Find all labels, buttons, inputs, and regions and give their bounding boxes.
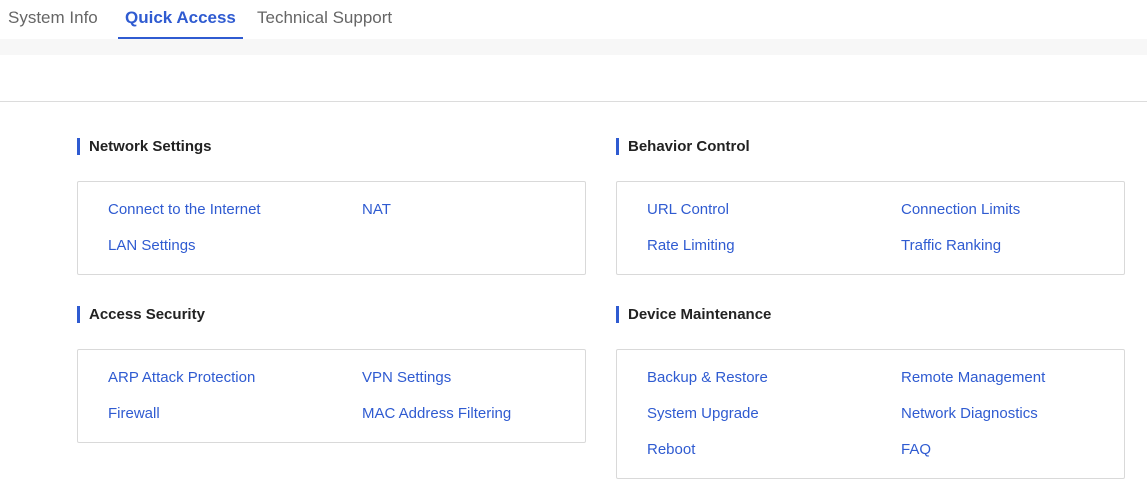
section-accent-bar <box>77 138 80 155</box>
link-network-diagnostics[interactable]: Network Diagnostics <box>901 405 1038 423</box>
link-reboot[interactable]: Reboot <box>647 441 695 459</box>
access-security-panel: ARP Attack Protection VPN Settings Firew… <box>77 349 586 443</box>
section-accent-bar <box>77 306 80 323</box>
link-mac-address-filtering[interactable]: MAC Address Filtering <box>362 405 511 423</box>
content-divider <box>0 101 1147 102</box>
link-firewall[interactable]: Firewall <box>108 405 160 423</box>
link-nat[interactable]: NAT <box>362 201 391 219</box>
link-connect-to-internet[interactable]: Connect to the Internet <box>108 201 261 219</box>
section-title-text: Network Settings <box>89 138 212 155</box>
tab-bar: System Info Quick Access Technical Suppo… <box>0 0 1147 39</box>
section-title-device-maintenance: Device Maintenance <box>616 306 771 323</box>
link-url-control[interactable]: URL Control <box>647 201 729 219</box>
tab-label: Technical Support <box>257 8 393 27</box>
section-title-text: Access Security <box>89 306 205 323</box>
network-settings-panel: Connect to the Internet NAT LAN Settings <box>77 181 586 275</box>
header-band <box>0 39 1147 55</box>
device-maintenance-panel: Backup & Restore Remote Management Syste… <box>616 349 1125 479</box>
link-arp-attack-protection[interactable]: ARP Attack Protection <box>108 369 255 387</box>
link-traffic-ranking[interactable]: Traffic Ranking <box>901 237 1001 255</box>
section-title-text: Device Maintenance <box>628 306 772 323</box>
section-accent-bar <box>616 138 619 155</box>
link-remote-management[interactable]: Remote Management <box>901 369 1045 387</box>
link-system-upgrade[interactable]: System Upgrade <box>647 405 759 423</box>
link-backup-restore[interactable]: Backup & Restore <box>647 369 768 387</box>
tab-quick-access[interactable]: Quick Access <box>118 0 243 39</box>
behavior-control-panel: URL Control Connection Limits Rate Limit… <box>616 181 1125 275</box>
tab-technical-support[interactable]: Technical Support <box>257 0 392 39</box>
link-vpn-settings[interactable]: VPN Settings <box>362 369 451 387</box>
link-rate-limiting[interactable]: Rate Limiting <box>647 237 735 255</box>
link-lan-settings[interactable]: LAN Settings <box>108 237 196 255</box>
link-connection-limits[interactable]: Connection Limits <box>901 201 1020 219</box>
link-faq[interactable]: FAQ <box>901 441 931 459</box>
tab-system-info[interactable]: System Info <box>8 0 98 39</box>
section-title-network-settings: Network Settings <box>77 138 212 155</box>
section-title-access-security: Access Security <box>77 306 205 323</box>
section-accent-bar <box>616 306 619 323</box>
tab-label: System Info <box>8 8 98 27</box>
section-title-text: Behavior Control <box>628 138 750 155</box>
section-title-behavior-control: Behavior Control <box>616 138 750 155</box>
tab-label: Quick Access <box>125 8 236 27</box>
